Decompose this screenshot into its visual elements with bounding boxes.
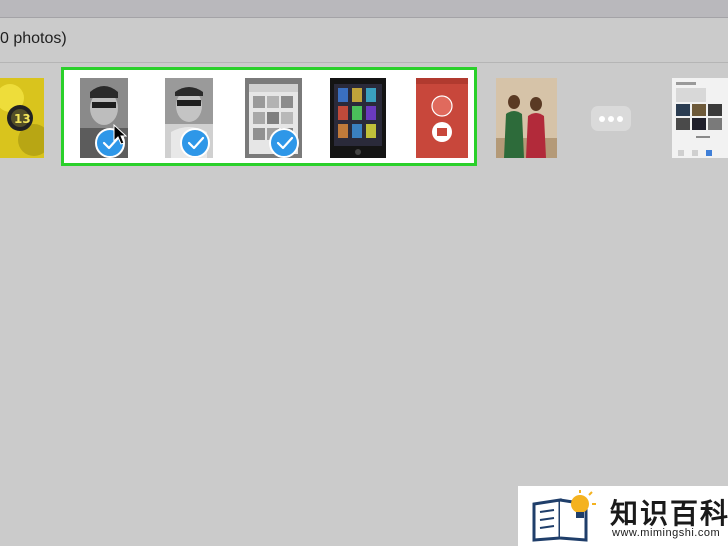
thumbnail-mymoment-app[interactable]	[416, 78, 468, 158]
photos-header: 0 photos)	[0, 18, 728, 63]
selected-check-icon	[269, 128, 299, 158]
more-button[interactable]	[591, 106, 631, 131]
photo-count-title: 0 photos)	[0, 30, 67, 47]
logo-chinese-text: 知识百科	[610, 498, 728, 529]
thumbnail-yellow-flower[interactable]: 13	[0, 78, 44, 158]
ellipsis-dot	[608, 116, 614, 122]
thumbnail-web-screenshot[interactable]	[672, 78, 728, 158]
book-lightbulb-icon	[532, 490, 596, 542]
window-top-bar	[0, 0, 728, 18]
logo-url: www.mimingshi.com	[612, 527, 721, 539]
mouse-cursor-icon	[113, 123, 128, 151]
watermark-logo: 知识百科 www.mimingshi.com	[518, 486, 728, 546]
svg-text:13: 13	[14, 112, 31, 126]
ellipsis-dot	[599, 116, 605, 122]
thumbnail-ibooks-screenshot[interactable]	[330, 78, 386, 158]
ellipsis-dot	[617, 116, 623, 122]
selected-check-icon	[180, 128, 210, 158]
thumbnail-family-photo[interactable]	[496, 78, 557, 158]
